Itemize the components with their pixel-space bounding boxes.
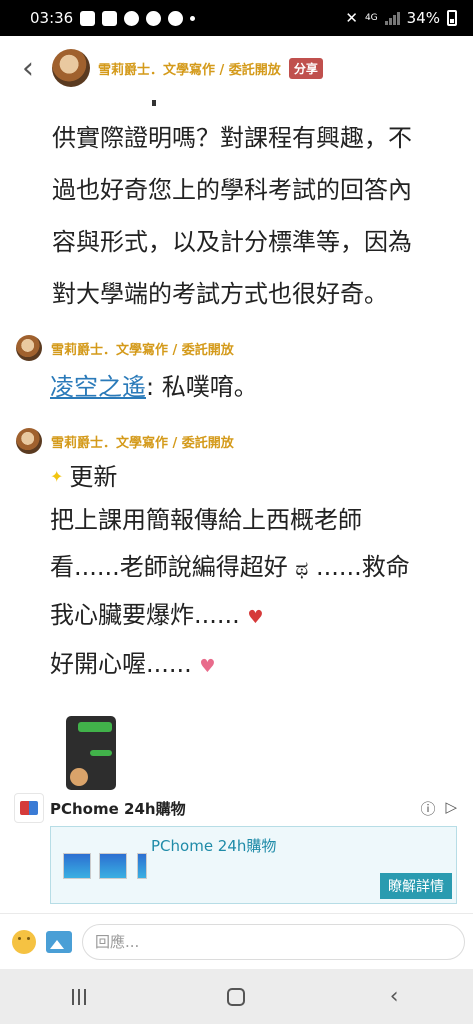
- ad-header: PChome 24h購物 ⓘ ▷: [0, 790, 473, 826]
- comment-header: 雪莉爵士．文學寫作 / 委託開放: [16, 332, 473, 364]
- heart-sparkle-icon: ♥: [199, 655, 216, 677]
- heart-icon: ♥: [247, 606, 264, 628]
- status-left: 03:36: [30, 9, 196, 27]
- author-avatar[interactable]: [52, 49, 90, 87]
- recent-apps-button[interactable]: [49, 977, 109, 1017]
- mute-icon: ✕: [345, 9, 358, 27]
- back-icon: ‹: [389, 984, 399, 1009]
- app-icon: [146, 10, 162, 26]
- learn-more-button[interactable]: 瞭解詳情: [380, 873, 452, 899]
- product-image[interactable]: [137, 853, 147, 879]
- ad-choices: ⓘ ▷: [420, 798, 457, 819]
- post-line: 供實際證明嗎？對課程有興趣，不: [52, 124, 412, 152]
- status-right: ✕ 4G 34%: [345, 9, 457, 27]
- author-name[interactable]: 雪莉爵士．文學寫作 / 委託開放: [98, 59, 281, 78]
- signal-icon: [384, 11, 400, 25]
- comment-header: 雪莉爵士．文學寫作 / 委託開放: [16, 425, 473, 457]
- post-line: 容與形式，以及計分標準等，因為: [52, 228, 412, 256]
- chevron-left-icon: ‹: [22, 50, 34, 86]
- comment-item: 雪莉爵士．文學寫作 / 委託開放 ✦ 更新 把上課用簡報傳給上西概老師 看....…: [0, 425, 473, 790]
- home-icon: [227, 987, 246, 1006]
- post-text: 供實際證明嗎？對課程有興趣，不 過也好奇您上的學科考試的回答內 容與形式，以及計…: [0, 112, 473, 320]
- app-icon-2: [168, 10, 184, 26]
- emoticon-icon[interactable]: [12, 929, 36, 954]
- reply-input[interactable]: [82, 923, 465, 960]
- cut-text-line: [52, 100, 473, 112]
- attached-screenshot-thumbnail[interactable]: [66, 715, 116, 790]
- twitter-icon: [80, 10, 96, 26]
- comment-line: 更新: [69, 463, 118, 491]
- sponsored-ad: PChome 24h購物 ⓘ ▷ PChome 24h購物 瞭解詳情: [0, 790, 473, 904]
- comment-line: 看......老師說編得超好: [50, 553, 288, 581]
- comment-item: 雪莉爵士．文學寫作 / 委託開放 凌空之遙: 私噗唷。: [0, 332, 473, 411]
- photo-icon[interactable]: [46, 930, 72, 953]
- comment-line: 把上課用簡報傳給上西概老師: [50, 506, 362, 534]
- battery-percent: 34%: [406, 9, 440, 27]
- back-nav-button[interactable]: ‹: [364, 977, 424, 1017]
- comment-line: ......救命: [315, 553, 410, 581]
- crying-emoticon-icon: ಥ: [295, 555, 309, 580]
- home-button[interactable]: [206, 977, 266, 1017]
- ad-title[interactable]: PChome 24h購物: [50, 798, 186, 819]
- comment-author[interactable]: 雪莉爵士．文學寫作 / 委託開放: [51, 339, 234, 358]
- ad-card[interactable]: PChome 24h購物 瞭解詳情: [50, 826, 457, 904]
- post-header: ‹ 雪莉爵士．文學寫作 / 委託開放 分享: [0, 36, 473, 100]
- product-image[interactable]: [99, 853, 127, 879]
- post-line: 過也好奇您上的學科考試的回答內: [52, 176, 412, 204]
- twitter-icon-2: [102, 10, 118, 26]
- ad-card-title[interactable]: PChome 24h購物: [151, 835, 276, 856]
- sparkle-icon: ✦: [50, 467, 64, 486]
- system-nav-bar: ‹: [0, 969, 473, 1024]
- more-notifications-icon: [190, 15, 196, 21]
- post-content: 供實際證明嗎？對課程有興趣，不 過也好奇您上的學科考試的回答內 容與形式，以及計…: [0, 100, 473, 790]
- comment-text: : 私噗唷。: [146, 373, 258, 401]
- share-button[interactable]: 分享: [288, 57, 323, 79]
- comment-avatar[interactable]: [16, 335, 42, 361]
- messenger-icon: [124, 10, 140, 26]
- comment-line: 我心臟要爆炸......: [50, 600, 240, 629]
- post-line: 對大學端的考試方式也很好奇。: [52, 280, 388, 308]
- status-bar: 03:36 ✕ 4G 34%: [0, 0, 473, 36]
- info-icon[interactable]: ⓘ: [420, 798, 435, 819]
- adchoices-icon[interactable]: ▷: [445, 798, 457, 819]
- pchome-logo[interactable]: [14, 793, 44, 823]
- mention-link[interactable]: 凌空之遙: [50, 373, 146, 401]
- battery-icon: [447, 10, 457, 26]
- comment-body: ✦ 更新 把上課用簡報傳給上西概老師 看......老師說編得超好 ಥ .....…: [16, 457, 473, 690]
- comment-body: 凌空之遙: 私噗唷。: [16, 364, 473, 411]
- comment-avatar[interactable]: [16, 428, 42, 454]
- status-time: 03:36: [30, 9, 74, 27]
- back-button[interactable]: ‹: [6, 46, 50, 90]
- product-image[interactable]: [63, 853, 91, 879]
- reply-bar: [0, 913, 473, 969]
- comment-author[interactable]: 雪莉爵士．文學寫作 / 委託開放: [51, 432, 234, 451]
- comment-line: 好開心喔......: [50, 649, 192, 678]
- network-label: 4G: [364, 13, 378, 23]
- recent-apps-icon: [71, 988, 86, 1005]
